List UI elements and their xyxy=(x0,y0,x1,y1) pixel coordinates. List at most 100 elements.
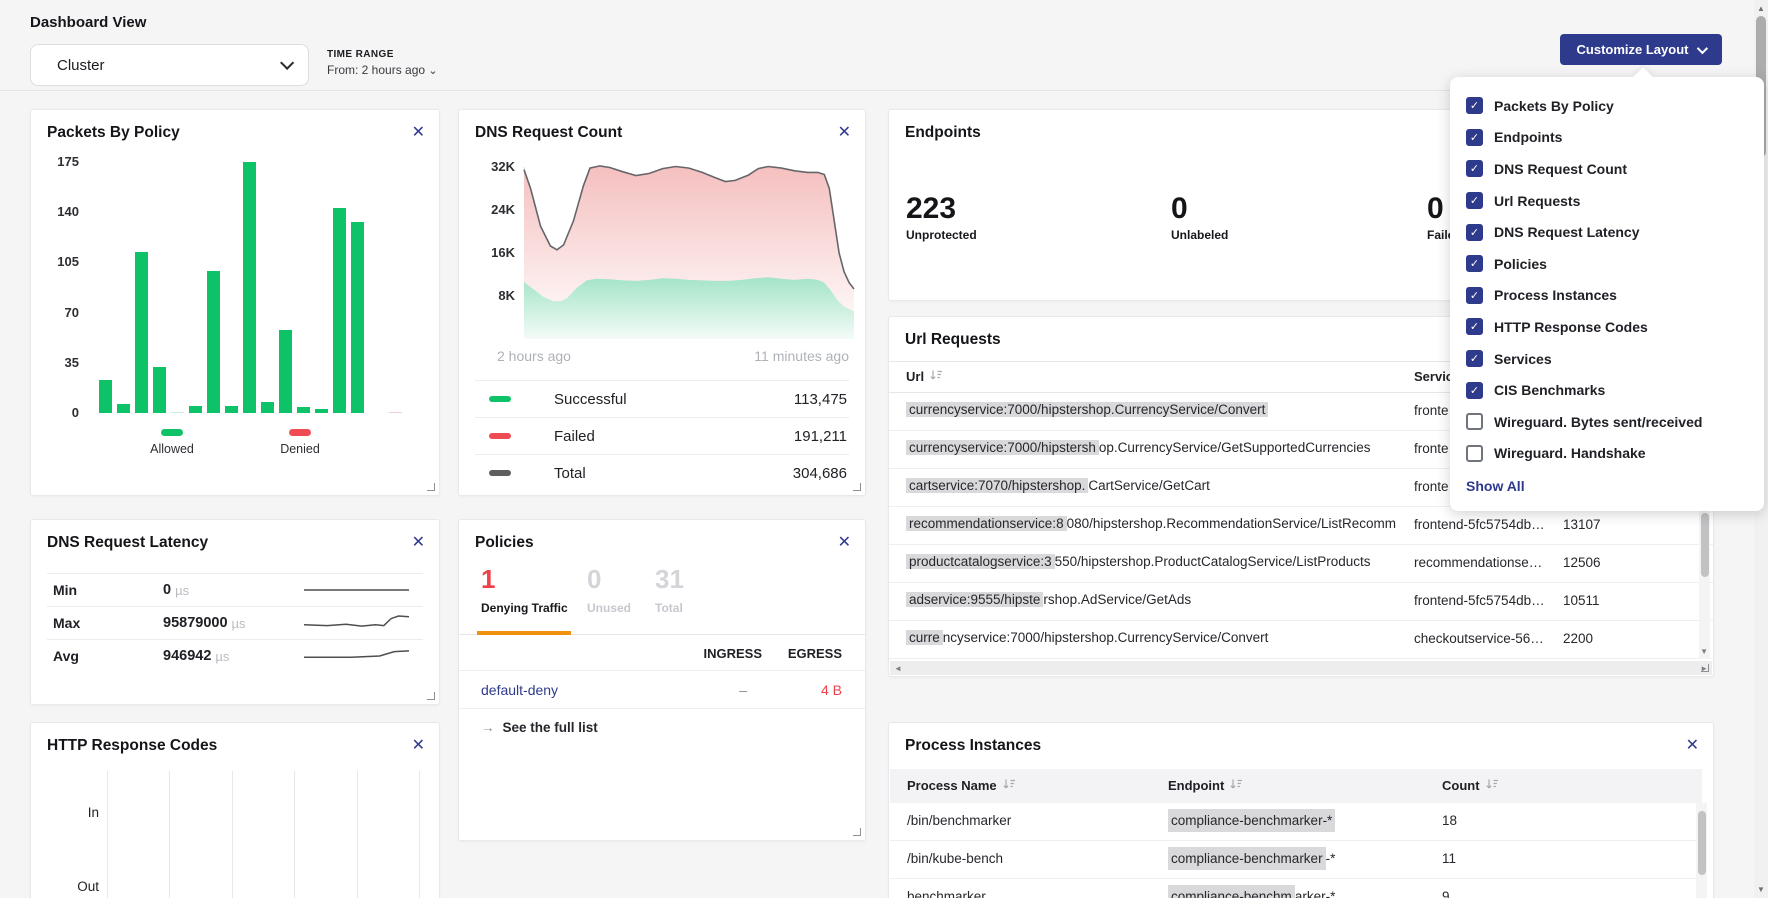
close-icon[interactable]: ✕ xyxy=(838,122,851,142)
resize-handle-icon[interactable] xyxy=(427,692,435,700)
bar-allowed xyxy=(351,222,364,413)
table-row[interactable]: recommendationservice:8080/hipstershop.R… xyxy=(889,507,1713,545)
menu-item-label: Policies xyxy=(1494,256,1547,272)
legend-label: Allowed xyxy=(132,442,212,456)
checkbox-icon[interactable]: ✓ xyxy=(1466,255,1483,272)
policy-stat-total[interactable]: 31 Total xyxy=(655,564,684,615)
menu-item-label: Wireguard. Bytes sent/received xyxy=(1494,414,1702,430)
sort-icon[interactable] xyxy=(930,369,943,384)
column-header-process-name[interactable]: Process Name xyxy=(907,778,1016,793)
policy-stat-unused[interactable]: 0 Unused xyxy=(587,564,631,615)
close-icon[interactable]: ✕ xyxy=(1686,735,1699,755)
bar-allowed xyxy=(243,162,256,413)
menu-item[interactable]: ✓Url Requests xyxy=(1466,185,1764,217)
menu-item-label: DNS Request Latency xyxy=(1494,224,1639,240)
policy-link[interactable]: default-deny xyxy=(481,682,558,698)
latency-value: 946942 xyxy=(163,648,211,664)
menu-item[interactable]: ✓ Policies xyxy=(1466,248,1764,280)
checkbox-icon[interactable]: ✓ xyxy=(1466,129,1483,146)
checkbox-icon[interactable] xyxy=(1466,413,1483,430)
scrollbar-thumb[interactable] xyxy=(1698,811,1706,875)
scroll-left-icon[interactable]: ◄ xyxy=(894,664,902,673)
latency-value: 0 xyxy=(163,582,171,598)
checkbox-icon[interactable]: ✓ xyxy=(1466,192,1483,209)
menu-item[interactable]: ✓Services xyxy=(1466,343,1764,375)
checkbox-icon[interactable]: ✓ xyxy=(1466,160,1483,177)
y-tick-label: 8K xyxy=(459,288,515,303)
service-cell: recommendationse… xyxy=(1414,555,1556,570)
policy-stat-denying-traffic[interactable]: 1 Denying Traffic xyxy=(481,564,568,615)
scroll-up-icon[interactable]: ▲ xyxy=(1757,4,1765,13)
table-row[interactable]: benchmarker compliance-benchmarker-* 9 xyxy=(890,879,1702,898)
sort-icon[interactable] xyxy=(1003,778,1016,793)
scrollbar-thumb[interactable] xyxy=(1701,513,1709,577)
checkbox-icon[interactable]: ✓ xyxy=(1466,382,1483,399)
menu-item[interactable]: Wireguard. Handshake xyxy=(1466,438,1764,470)
close-icon[interactable]: ✕ xyxy=(412,532,425,552)
legend-value: 304,686 xyxy=(793,465,847,482)
menu-item[interactable]: ✓CIS Benchmarks xyxy=(1466,374,1764,406)
close-icon[interactable]: ✕ xyxy=(838,532,851,552)
table-row[interactable]: productcatalogservice:3550/hipstershop.P… xyxy=(889,545,1713,583)
show-all-link[interactable]: Show All xyxy=(1466,478,1764,494)
customize-layout-button[interactable]: Customize Layout xyxy=(1560,34,1722,65)
checkbox-icon[interactable] xyxy=(1466,445,1483,462)
latency-row: Max 95879000 µs xyxy=(47,606,423,639)
card-dns-request-latency: DNS Request Latency ✕ Min 0 µs Max 95879… xyxy=(30,519,440,705)
menu-item[interactable]: Wireguard. Bytes sent/received xyxy=(1466,406,1764,438)
time-range[interactable]: TIME RANGE From: 2 hours ago ⌄ xyxy=(327,49,438,77)
column-header-url[interactable]: Url xyxy=(906,369,943,384)
resize-handle-icon[interactable] xyxy=(427,483,435,491)
column-header-endpoint[interactable]: Endpoint xyxy=(1168,778,1243,793)
checkbox-icon[interactable]: ✓ xyxy=(1466,97,1483,114)
close-icon[interactable]: ✕ xyxy=(412,122,425,142)
table-row[interactable]: adservice:9555/hipstershop.AdService/Get… xyxy=(889,583,1713,621)
resize-handle-icon[interactable] xyxy=(1701,664,1709,672)
card-packets-by-policy: Packets By Policy ✕ 17514010570350 Allow… xyxy=(30,109,440,496)
menu-item[interactable]: ✓HTTP Response Codes xyxy=(1466,311,1764,343)
row-label-out: Out xyxy=(49,879,99,894)
vertical-scrollbar[interactable] xyxy=(1696,803,1707,898)
checkbox-icon[interactable]: ✓ xyxy=(1466,350,1483,367)
scroll-down-icon[interactable]: ▼ xyxy=(1700,647,1708,656)
legend-label: Denied xyxy=(260,442,340,456)
horizontal-scrollbar[interactable]: ◄ ► xyxy=(890,661,1712,675)
divider xyxy=(459,670,865,671)
legend-value: 191,211 xyxy=(794,428,847,445)
stat-label: Unlabeled xyxy=(1171,228,1228,242)
url-cell: productcatalogservice:3550/hipstershop.P… xyxy=(906,554,1404,569)
time-range-value[interactable]: From: 2 hours ago ⌄ xyxy=(327,63,438,77)
y-tick-label: 35 xyxy=(31,355,79,370)
menu-item[interactable]: ✓Endpoints xyxy=(1466,122,1764,154)
menu-item[interactable]: ✓ Process Instances xyxy=(1466,280,1764,312)
see-full-list-link[interactable]: →See the full list xyxy=(481,720,598,735)
url-cell: currencyservice:7000/hipstershop.Currenc… xyxy=(906,630,1404,645)
view-select-dropdown[interactable]: Cluster xyxy=(30,44,309,86)
resize-handle-icon[interactable] xyxy=(853,828,861,836)
checkbox-icon[interactable]: ✓ xyxy=(1466,224,1483,241)
latency-unit: µs xyxy=(232,616,246,631)
menu-item[interactable]: ✓Packets By Policy xyxy=(1466,90,1764,122)
process-name-cell: /bin/benchmarker xyxy=(907,813,1011,828)
scroll-down-icon[interactable]: ▼ xyxy=(1757,885,1765,894)
legend-row: Successful 113,475 xyxy=(475,380,849,417)
table-row[interactable]: currencyservice:7000/hipstershop.Currenc… xyxy=(889,621,1713,659)
bar-allowed xyxy=(279,330,292,413)
table-row[interactable]: /bin/benchmarker compliance-benchmarker-… xyxy=(890,803,1702,841)
url-cell: currencyservice:7000/hipstershop.Currenc… xyxy=(906,402,1404,417)
menu-item[interactable]: ✓ DNS Request Latency xyxy=(1466,216,1764,248)
checkbox-icon[interactable]: ✓ xyxy=(1466,287,1483,304)
close-icon[interactable]: ✕ xyxy=(412,735,425,755)
page-title: Dashboard View xyxy=(30,14,146,31)
menu-item-label: Process Instances xyxy=(1494,287,1617,303)
x-axis-label-end: 11 minutes ago xyxy=(754,348,849,364)
checkbox-icon[interactable]: ✓ xyxy=(1466,318,1483,335)
resize-handle-icon[interactable] xyxy=(853,483,861,491)
menu-item[interactable]: ✓DNS Request Count xyxy=(1466,153,1764,185)
column-header-count[interactable]: Count xyxy=(1442,778,1499,793)
sort-icon[interactable] xyxy=(1230,778,1243,793)
view-select-value: Cluster xyxy=(57,57,280,74)
stat-value: 31 xyxy=(655,564,684,595)
table-row[interactable]: /bin/kube-bench compliance-benchmarker-*… xyxy=(890,841,1702,879)
sort-icon[interactable] xyxy=(1486,778,1499,793)
